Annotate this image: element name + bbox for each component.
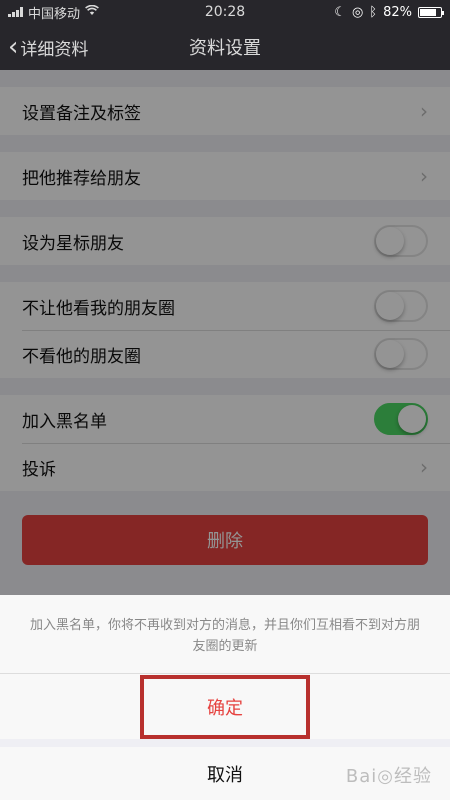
status-right: ☾ ◎ ᛒ 82% bbox=[334, 4, 444, 20]
action-sheet: 加入黑名单，你将不再收到对方的消息，并且你们互相看不到对方朋友圈的更新 确定 取… bbox=[0, 595, 450, 800]
battery-percent: 82% bbox=[383, 4, 412, 20]
bluetooth-icon: ᛒ bbox=[369, 4, 378, 20]
lock-rotation-icon: ◎ bbox=[351, 4, 364, 20]
confirm-button[interactable]: 确定 bbox=[140, 674, 310, 739]
moon-icon: ☾ bbox=[334, 4, 346, 20]
watermark-logo: Bai◎经验 bbox=[345, 766, 432, 787]
confirm-row: 确定 bbox=[0, 673, 450, 739]
action-sheet-message: 加入黑名单，你将不再收到对方的消息，并且你们互相看不到对方朋友圈的更新 bbox=[0, 595, 450, 673]
battery-icon bbox=[418, 6, 444, 18]
